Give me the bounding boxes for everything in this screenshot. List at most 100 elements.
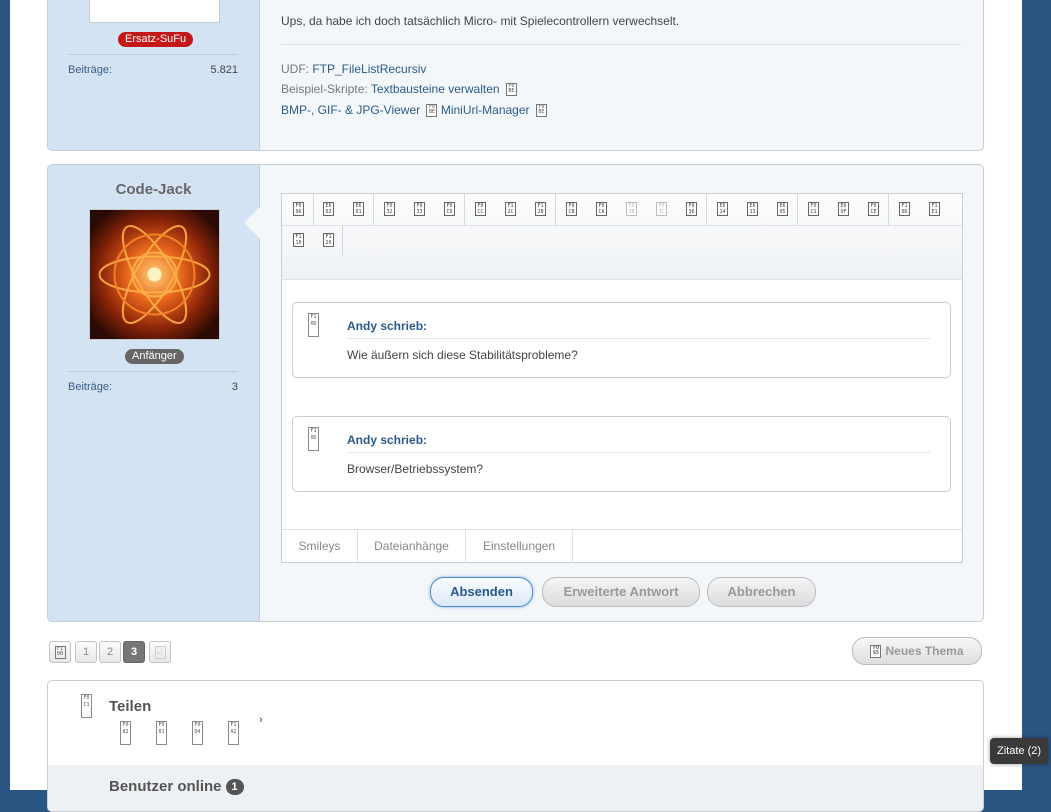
add-icon: F0 65	[870, 645, 882, 659]
align-button[interactable]: F0 36	[686, 202, 697, 216]
external-link-icon: F0 BE	[505, 83, 517, 97]
tab-smileys[interactable]: Smileys	[282, 530, 358, 562]
speech-arrow	[244, 207, 260, 239]
quote-text: Wie äußern sich diese Stabilitätsproblem…	[347, 348, 578, 362]
rank-badge: Ersatz-SuFu	[118, 32, 194, 47]
sidebar-divider	[68, 54, 238, 55]
twitter-icon[interactable]: F0 81	[156, 721, 167, 745]
toolbar-group: E6 02 E6 01	[313, 194, 374, 225]
post-message: Ups, da habe ich doch tatsächlich Micro-…	[281, 14, 680, 28]
spoiler-button[interactable]: F0 CE	[868, 202, 879, 216]
toolbar-group: F0 CC F1 2C F1 2B	[464, 194, 556, 225]
advanced-reply-button[interactable]: Erweiterte Antwort	[542, 577, 700, 607]
new-thread-label: Neues Thema	[885, 644, 964, 658]
quote-author[interactable]: Andy schrieb:	[347, 433, 427, 447]
media-button[interactable]: E6 05	[777, 202, 788, 216]
size-button[interactable]: E6 01	[353, 202, 364, 216]
page-next-button[interactable]: F1 01	[149, 641, 171, 663]
quote-block: F1 0D Andy schrieb: Wie äußern sich diese…	[292, 302, 951, 378]
signature-link-viewer[interactable]: BMP-, GIF- & JPG-Viewer	[281, 103, 420, 117]
quotes-tooltip[interactable]: Zitate (2)	[990, 738, 1049, 764]
share-title: Teilen	[109, 698, 152, 715]
quote-button[interactable]: F1 0D	[899, 202, 910, 216]
bold-button[interactable]: F0 32	[384, 202, 395, 216]
submit-button[interactable]: Absenden	[430, 577, 533, 607]
tab-settings[interactable]: Einstellungen	[466, 530, 573, 562]
superscript-button[interactable]: F1 2B	[535, 202, 546, 216]
quote-divider	[347, 338, 930, 339]
online-users-label: Benutzer online	[109, 778, 222, 795]
page-1-button[interactable]: 1	[75, 641, 97, 663]
toolbar-row-2: F1 10 F1 20	[282, 225, 962, 255]
posts-label: Beiträge:	[68, 381, 113, 393]
avatar[interactable]	[89, 209, 220, 340]
share-box: F0 C1 Teilen F0 82 F0 81 F0 D4 F1 A2 › Benutz…	[47, 680, 984, 812]
quote-icon: F1 0D	[308, 313, 319, 337]
page-first-button[interactable]: F1 00	[49, 641, 71, 663]
signature-link-miniurl[interactable]: MiniUrl-Manager	[441, 103, 530, 117]
google-plus-icon[interactable]: F0 D4	[192, 721, 203, 745]
quote-block: F1 0D Andy schrieb: Browser/Betriebssyste…	[292, 416, 951, 492]
post-sidebar: Ersatz-SuFu Beiträge: 5.821	[48, 0, 260, 150]
maximize-button[interactable]: F1 20	[323, 233, 334, 247]
facebook-icon[interactable]: F0 82	[120, 721, 131, 745]
strike-button[interactable]: F0 CC	[475, 202, 486, 216]
share-icon: F0 C1	[81, 694, 92, 718]
signature-link-ftp[interactable]: FTP_FileListRecursiv	[312, 62, 426, 76]
signature-scripts-label: Beispiel-Skripte:	[281, 82, 368, 96]
indent-button[interactable]: F0 3C	[656, 202, 667, 216]
outdent-button[interactable]: F0 3B	[626, 202, 637, 216]
quote-author[interactable]: Andy schrieb:	[347, 319, 427, 333]
quote-text: Browser/Betriebssystem?	[347, 462, 484, 476]
new-thread-button[interactable]: F0 65 Neues Thema	[852, 637, 982, 665]
undo-button[interactable]: F1 E1	[929, 202, 940, 216]
underline-button[interactable]: F0 CD	[444, 202, 455, 216]
cancel-button[interactable]: Abbrechen	[707, 577, 816, 607]
avatar-image	[90, 210, 219, 339]
toolbar-row-1: F0 96 E6 02 E6 01 F0 32 F0 33 F0 CD F0 CC F1 2C	[282, 194, 962, 226]
signature-divider	[281, 44, 961, 45]
toolbar-group: F1 0D F1 E1	[888, 194, 962, 225]
ordered-list-button[interactable]: F0 CA	[596, 202, 607, 216]
chevron-right-icon: F1 01	[154, 645, 166, 659]
external-link-icon: F0 BE	[535, 104, 547, 118]
list-button[interactable]: F0 CB	[566, 202, 577, 216]
signature-udf-label: UDF:	[281, 62, 309, 76]
posts-count: 5.821	[210, 64, 238, 76]
share-chevron[interactable]: ›	[259, 714, 263, 726]
username[interactable]: Code-Jack	[48, 181, 259, 198]
post-previous: Ersatz-SuFu Beiträge: 5.821 Ups, da habe…	[47, 0, 984, 151]
format-button[interactable]: F0 96	[293, 202, 304, 216]
code-button[interactable]: F0 C1	[808, 202, 819, 216]
italic-button[interactable]: F0 33	[414, 202, 425, 216]
toolbar-group: F0 CB F0 CA F0 3B F0 3C F0 36	[555, 194, 707, 225]
posts-label: Beiträge:	[68, 64, 113, 76]
toolbar-group: F1 10 F1 20	[282, 225, 343, 255]
external-link-icon: F0 BE	[426, 104, 438, 118]
editor-toolbar: F0 96 E6 02 E6 01 F0 32 F0 33 F0 CD F0 CC F1 2C	[282, 194, 962, 280]
reddit-icon[interactable]: F1 A2	[228, 721, 239, 745]
subscript-button[interactable]: F1 2C	[505, 202, 516, 216]
page-2-button[interactable]: 2	[99, 641, 121, 663]
quote-icon: F1 0D	[308, 427, 319, 451]
rank-badge: Anfänger	[125, 349, 184, 364]
page-current: 3	[123, 641, 145, 663]
chevron-left-icon: F1 00	[54, 645, 66, 659]
tab-attachments[interactable]: Dateianhänge	[358, 530, 466, 562]
online-count-badge: 1	[225, 779, 244, 795]
table-button[interactable]: E6 0F	[838, 202, 849, 216]
source-button[interactable]: F1 10	[293, 233, 304, 247]
quote-divider	[347, 452, 930, 453]
editor-tabs: Smileys Dateianhänge Einstellungen	[282, 529, 962, 562]
font-button[interactable]: E6 02	[323, 202, 334, 216]
post-sidebar: Code-Jack Anfänger Beiträge: 3	[48, 165, 260, 621]
toolbar-group: F0 32 F0 33 F0 CD	[373, 194, 465, 225]
signature-line-1: UDF: FTP_FileListRecursiv	[281, 62, 426, 76]
page-container: Ersatz-SuFu Beiträge: 5.821 Ups, da habe…	[10, 0, 1022, 812]
toolbar-group: E6 14 E6 13 E6 05	[706, 194, 798, 225]
signature-link-textbausteine[interactable]: Textbausteine verwalten	[371, 82, 500, 96]
posts-count: 3	[231, 381, 238, 393]
image-button[interactable]: E6 13	[747, 202, 758, 216]
link-button[interactable]: E6 14	[717, 202, 728, 216]
avatar[interactable]	[89, 0, 220, 23]
